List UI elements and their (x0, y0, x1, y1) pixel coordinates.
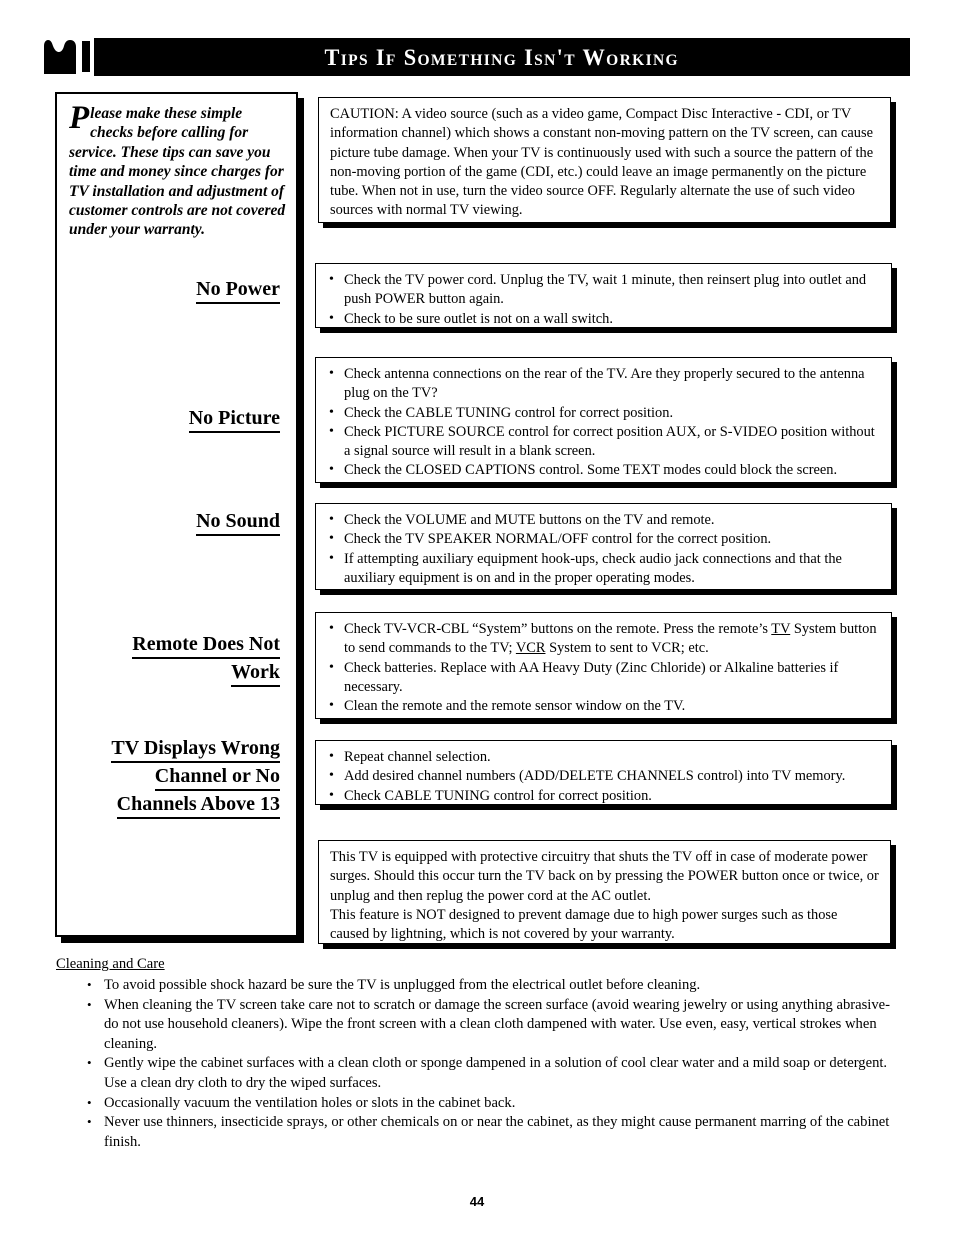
no-power-box: Check the TV power cord. Unplug the TV, … (315, 263, 892, 328)
header-banner: Tips If Something Isn't Working (94, 38, 910, 76)
list-item: Check CABLE TUNING control for correct p… (327, 786, 881, 806)
list-item: Add desired channel numbers (ADD/DELETE … (327, 766, 881, 786)
surge-paragraph-2: This feature is NOT designed to prevent … (330, 906, 838, 943)
list-item: Never use thinners, insecticide sprays, … (84, 1112, 894, 1152)
tv-displays-wrong-channel-box: Repeat channel selection. Add desired ch… (315, 740, 892, 805)
sidebar-intro-body: lease make these simple checks before ca… (69, 105, 286, 239)
no-picture-bullet-list: Check antenna connections on the rear of… (327, 364, 881, 481)
no-sound-bullet-list: Check the VOLUME and MUTE buttons on the… (327, 510, 881, 589)
cleaning-and-care-title: Cleaning and Care (56, 956, 165, 972)
section-heading-no-power: No Power (75, 276, 280, 304)
section-heading-no-picture: No Picture (75, 405, 280, 433)
remote-bullet-1-text: Check TV-VCR-CBL “System” buttons on the… (344, 621, 877, 657)
list-item: Check the TV power cord. Unplug the TV, … (327, 270, 881, 310)
list-item: Repeat channel selection. (327, 747, 881, 767)
section-heading-no-sound: No Sound (75, 508, 280, 536)
list-item: Check the VOLUME and MUTE buttons on the… (327, 510, 881, 530)
sidebar-intro-text: Please make these simple checks before c… (69, 100, 289, 240)
no-power-bullet-list: Check the TV power cord. Unplug the TV, … (327, 270, 881, 329)
remote-bullet-list: Check TV-VCR-CBL “System” buttons on the… (327, 619, 881, 716)
section-heading-tv-displays-wrong-channel: TV Displays Wrong Channel or No Channels… (60, 735, 280, 819)
list-item: To avoid possible shock hazard be sure t… (84, 975, 894, 996)
surge-paragraph-1: This TV is equipped with protective circ… (330, 849, 879, 904)
section-heading-remote-does-not-work: Remote Does Not Work (75, 631, 280, 687)
list-item: Check to be sure outlet is not on a wall… (327, 309, 881, 329)
philips-crown-logo-icon (44, 40, 90, 74)
page-header: Tips If Something Isn't Working (44, 38, 910, 80)
logo-bar (82, 41, 90, 72)
list-item: Check batteries. Replace with AA Heavy D… (327, 658, 881, 698)
cleaning-and-care-list: To avoid possible shock hazard be sure t… (84, 975, 894, 1152)
list-item: Check TV-VCR-CBL “System” buttons on the… (327, 619, 881, 659)
list-item: Occasionally vacuum the ventilation hole… (84, 1093, 894, 1114)
channel-bullet-list: Repeat channel selection. Add desired ch… (327, 747, 881, 806)
list-item: Check the CABLE TUNING control for corre… (327, 403, 881, 423)
list-item: Check antenna connections on the rear of… (327, 364, 881, 404)
no-picture-box: Check antenna connections on the rear of… (315, 357, 892, 483)
page-number: 44 (469, 1194, 485, 1209)
list-item: Clean the remote and the remote sensor w… (327, 696, 881, 716)
surge-protection-box: This TV is equipped with protective circ… (318, 840, 891, 944)
list-item: Gently wipe the cabinet surfaces with a … (84, 1053, 894, 1093)
page-title: Tips If Something Isn't Working (324, 44, 680, 70)
sidebar-intro-dropcap: P (69, 100, 90, 136)
list-item: Check the CLOSED CAPTIONS control. Some … (327, 460, 881, 480)
caution-text: CAUTION: A video source (such as a video… (330, 106, 874, 219)
list-item: When cleaning the TV screen take care no… (84, 995, 894, 1055)
no-sound-box: Check the VOLUME and MUTE buttons on the… (315, 503, 892, 590)
list-item: If attempting auxiliary equipment hook-u… (327, 549, 881, 589)
remote-does-not-work-box: Check TV-VCR-CBL “System” buttons on the… (315, 612, 892, 719)
caution-box: CAUTION: A video source (such as a video… (318, 97, 891, 223)
list-item: Check the TV SPEAKER NORMAL/OFF control … (327, 529, 881, 549)
list-item: Check PICTURE SOURCE control for correct… (327, 422, 881, 462)
